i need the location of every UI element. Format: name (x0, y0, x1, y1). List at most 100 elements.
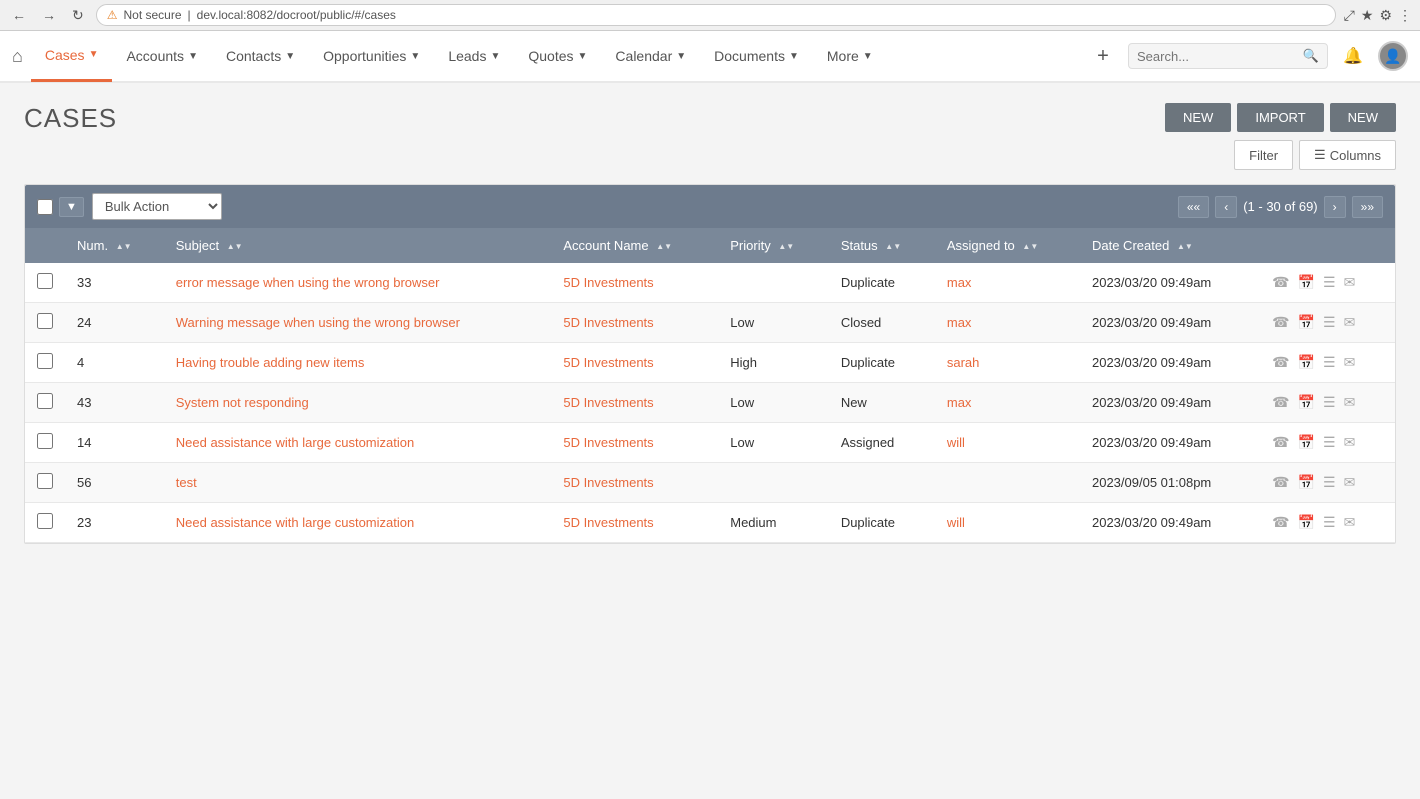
assigned-link[interactable]: max (947, 275, 972, 290)
filter-button[interactable]: Filter (1234, 140, 1293, 170)
email-icon[interactable]: ✉ (1344, 394, 1356, 411)
nav-opportunities[interactable]: Opportunities ▼ (309, 30, 434, 82)
address-bar[interactable]: ⚠ Not secure | dev.local:8082/docroot/pu… (96, 4, 1336, 26)
calendar-icon[interactable]: 📅 (1298, 434, 1315, 451)
next-page-button[interactable]: › (1324, 196, 1346, 218)
row-status: Duplicate (829, 343, 935, 383)
row-checkbox[interactable] (37, 353, 53, 369)
subject-link[interactable]: Need assistance with large customization (176, 435, 414, 450)
nav-contacts[interactable]: Contacts ▼ (212, 30, 309, 82)
back-button[interactable]: ← (8, 5, 30, 25)
assigned-link[interactable]: sarah (947, 355, 980, 370)
search-box[interactable]: 🔍 (1128, 43, 1328, 69)
list-icon[interactable]: ☰ (1323, 514, 1336, 531)
subject-link[interactable]: test (176, 475, 197, 490)
phone-icon[interactable]: ☎ (1272, 314, 1289, 331)
subject-link[interactable]: System not responding (176, 395, 309, 410)
account-link[interactable]: 5D Investments (563, 475, 653, 490)
email-icon[interactable]: ✉ (1344, 354, 1356, 371)
phone-icon[interactable]: ☎ (1272, 474, 1289, 491)
new-button-2[interactable]: NEW (1330, 103, 1396, 132)
account-link[interactable]: 5D Investments (563, 395, 653, 410)
add-button[interactable]: + (1088, 41, 1118, 71)
search-input[interactable] (1137, 49, 1303, 64)
col-status[interactable]: Status ▲▼ (829, 228, 935, 263)
last-page-button[interactable]: »» (1352, 196, 1383, 218)
navbar: ⌂ Cases ▼ Accounts ▼ Contacts ▼ Opportun… (0, 31, 1420, 83)
account-link[interactable]: 5D Investments (563, 275, 653, 290)
phone-icon[interactable]: ☎ (1272, 514, 1289, 531)
subject-link[interactable]: Need assistance with large customization (176, 515, 414, 530)
list-icon[interactable]: ☰ (1323, 394, 1336, 411)
account-link[interactable]: 5D Investments (563, 435, 653, 450)
col-subject[interactable]: Subject ▲▼ (164, 228, 552, 263)
assigned-link[interactable]: max (947, 395, 972, 410)
assigned-link[interactable]: will (947, 515, 965, 530)
list-icon[interactable]: ☰ (1323, 434, 1336, 451)
calendar-icon[interactable]: 📅 (1298, 394, 1315, 411)
list-icon[interactable]: ☰ (1323, 314, 1336, 331)
account-link[interactable]: 5D Investments (563, 355, 653, 370)
prev-page-button[interactable]: ‹ (1215, 196, 1237, 218)
star-icon[interactable]: ★ (1361, 7, 1374, 24)
avatar[interactable]: 👤 (1378, 41, 1408, 71)
row-checkbox[interactable] (37, 313, 53, 329)
col-assigned-to[interactable]: Assigned to ▲▼ (935, 228, 1080, 263)
assigned-link[interactable]: will (947, 435, 965, 450)
columns-button[interactable]: ☰ Columns (1299, 140, 1396, 170)
phone-icon[interactable]: ☎ (1272, 274, 1289, 291)
forward-button[interactable]: → (38, 5, 60, 25)
phone-icon[interactable]: ☎ (1272, 434, 1289, 451)
first-page-button[interactable]: «« (1178, 196, 1209, 218)
col-num[interactable]: Num. ▲▼ (65, 228, 164, 263)
share-icon[interactable]: ⤢ (1344, 7, 1355, 24)
bulk-action-select[interactable]: Bulk Action Delete Mass Update Export (92, 193, 222, 220)
home-icon[interactable]: ⌂ (12, 46, 23, 67)
email-icon[interactable]: ✉ (1344, 514, 1356, 531)
nav-more[interactable]: More ▼ (813, 30, 887, 82)
subject-link[interactable]: Having trouble adding new items (176, 355, 365, 370)
row-checkbox[interactable] (37, 393, 53, 409)
col-date-created[interactable]: Date Created ▲▼ (1080, 228, 1260, 263)
calendar-icon[interactable]: 📅 (1298, 474, 1315, 491)
new-button-1[interactable]: NEW (1165, 103, 1231, 132)
import-button[interactable]: IMPORT (1237, 103, 1323, 132)
nav-calendar[interactable]: Calendar ▼ (601, 30, 700, 82)
nav-quotes[interactable]: Quotes ▼ (514, 30, 601, 82)
nav-documents[interactable]: Documents ▼ (700, 30, 813, 82)
account-link[interactable]: 5D Investments (563, 515, 653, 530)
subject-link[interactable]: Warning message when using the wrong bro… (176, 315, 460, 330)
row-checkbox[interactable] (37, 433, 53, 449)
phone-icon[interactable]: ☎ (1272, 394, 1289, 411)
subject-link[interactable]: error message when using the wrong brows… (176, 275, 440, 290)
list-icon[interactable]: ☰ (1323, 354, 1336, 371)
checkbox-dropdown-button[interactable]: ▼ (59, 197, 84, 217)
menu-icon[interactable]: ⋮ (1398, 7, 1412, 24)
master-checkbox[interactable] (37, 199, 53, 215)
nav-cases[interactable]: Cases ▼ (31, 30, 113, 82)
account-link[interactable]: 5D Investments (563, 315, 653, 330)
refresh-button[interactable]: ↻ (68, 5, 88, 26)
list-icon[interactable]: ☰ (1323, 474, 1336, 491)
nav-accounts[interactable]: Accounts ▼ (112, 30, 212, 82)
search-icon[interactable]: 🔍 (1303, 48, 1319, 64)
col-priority[interactable]: Priority ▲▼ (718, 228, 829, 263)
notifications-icon[interactable]: 🔔 (1338, 41, 1368, 71)
calendar-icon[interactable]: 📅 (1298, 274, 1315, 291)
calendar-icon[interactable]: 📅 (1298, 514, 1315, 531)
row-checkbox[interactable] (37, 473, 53, 489)
phone-icon[interactable]: ☎ (1272, 354, 1289, 371)
extensions-icon[interactable]: ⚙ (1379, 7, 1392, 24)
calendar-icon[interactable]: 📅 (1298, 314, 1315, 331)
email-icon[interactable]: ✉ (1344, 474, 1356, 491)
calendar-icon[interactable]: 📅 (1298, 354, 1315, 371)
email-icon[interactable]: ✉ (1344, 314, 1356, 331)
email-icon[interactable]: ✉ (1344, 274, 1356, 291)
assigned-link[interactable]: max (947, 315, 972, 330)
nav-leads[interactable]: Leads ▼ (434, 30, 514, 82)
email-icon[interactable]: ✉ (1344, 434, 1356, 451)
col-account-name[interactable]: Account Name ▲▼ (551, 228, 718, 263)
list-icon[interactable]: ☰ (1323, 274, 1336, 291)
row-checkbox[interactable] (37, 273, 53, 289)
row-checkbox[interactable] (37, 513, 53, 529)
